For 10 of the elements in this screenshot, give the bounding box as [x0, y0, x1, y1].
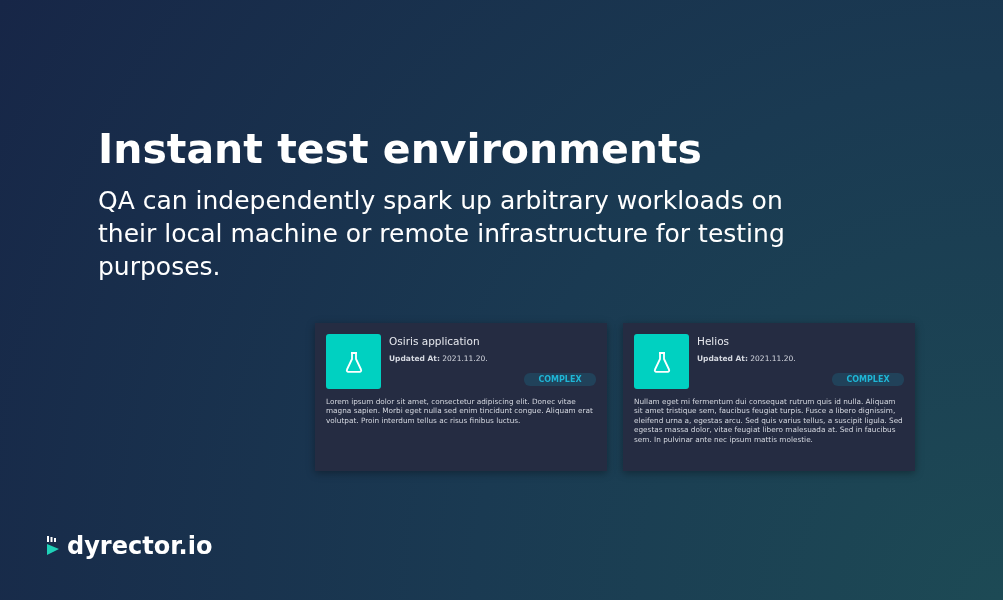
flask-icon — [326, 334, 381, 389]
brand-name: dyrector.io — [67, 532, 213, 560]
hero-title: Instant test environments — [98, 124, 703, 175]
hero-subtitle: QA can independently spark up arbitrary workloads on their local machine or remote infrastructure for testing purposes. — [98, 185, 786, 283]
card-title: Osiris application — [389, 335, 481, 347]
complexity-badge: COMPLEX — [524, 373, 596, 386]
logo-icon — [46, 536, 60, 556]
card-title: Helios — [697, 335, 731, 347]
flask-icon — [634, 334, 689, 389]
complexity-badge: COMPLEX — [832, 373, 904, 386]
